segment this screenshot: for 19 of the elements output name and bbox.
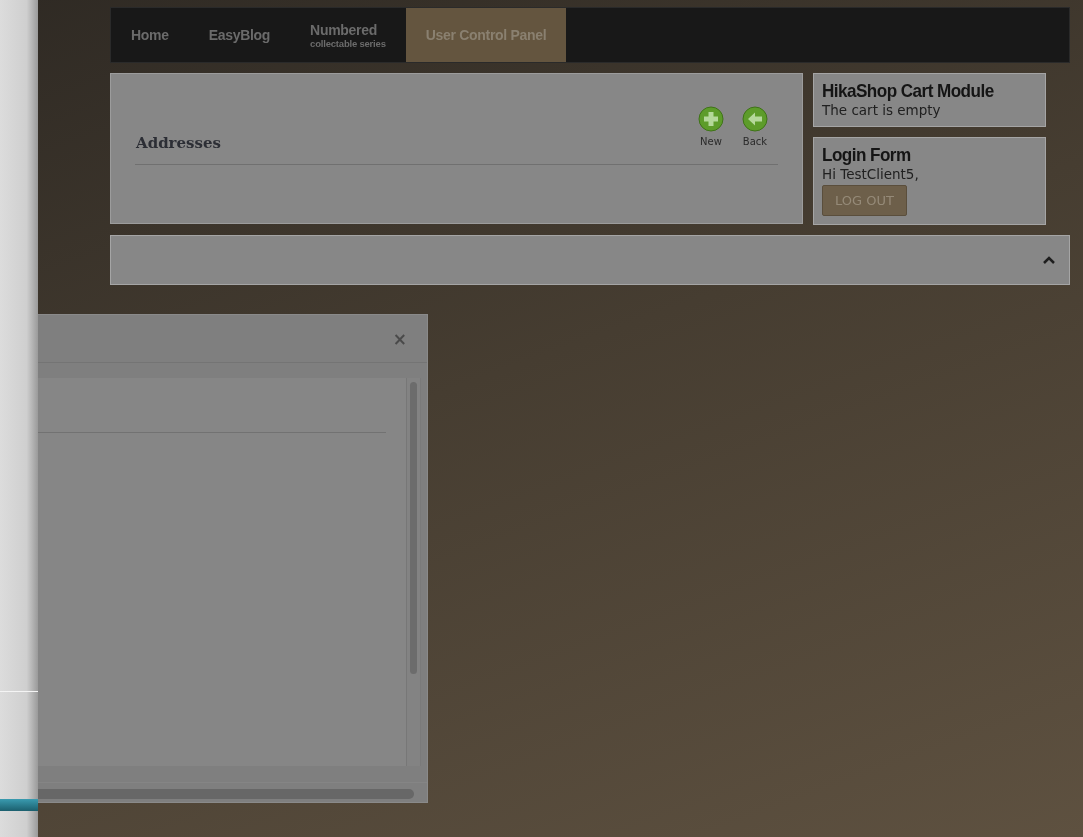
horizontal-scrollbar-thumb[interactable] <box>38 789 414 799</box>
accent-bar <box>0 799 38 811</box>
new-toolbar-button[interactable]: New <box>696 106 726 147</box>
nav-tab-label: Numbered <box>310 21 378 38</box>
plus-circle-icon <box>698 106 724 132</box>
chevron-up-icon[interactable] <box>1043 256 1055 264</box>
nav-tab[interactable]: Numbered collectable series <box>290 8 406 62</box>
left-arrow-circle-icon <box>742 106 768 132</box>
module-title: Login Form <box>822 144 912 166</box>
module-title: HikaShop Cart Module <box>822 80 995 102</box>
nav-tab[interactable]: EasyBlog <box>188 8 291 62</box>
nav-tab-sublabel: collectable series <box>310 37 386 49</box>
module-text: Hi TestClient5, <box>822 166 920 182</box>
page-heading: Addresses <box>136 134 221 152</box>
page-divider <box>0 691 38 692</box>
close-button[interactable]: × <box>392 328 407 349</box>
nav-tab[interactable]: Home <box>111 8 189 62</box>
back-toolbar-button[interactable]: Back <box>740 106 770 147</box>
module-text: The cart is empty <box>822 102 942 118</box>
